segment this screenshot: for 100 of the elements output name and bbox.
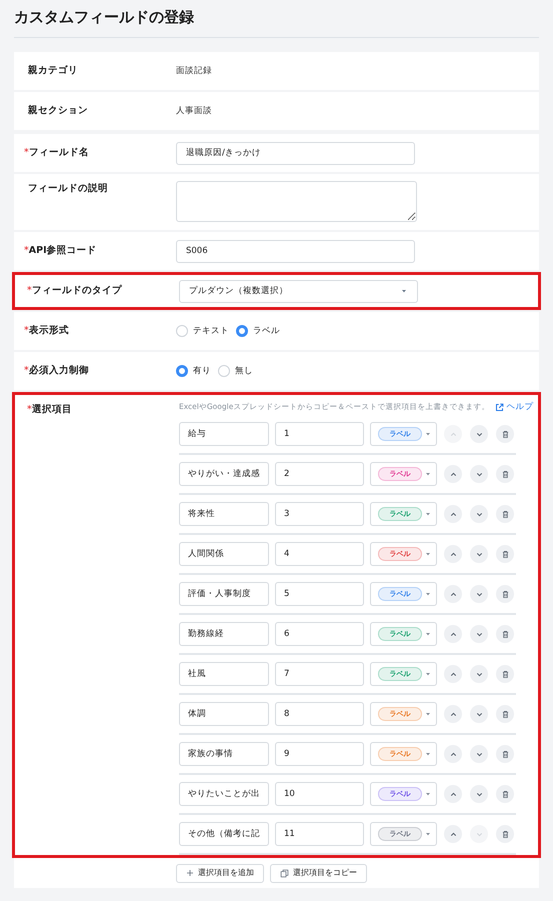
delete-button[interactable] (496, 665, 514, 683)
radio-button[interactable] (236, 325, 248, 337)
delete-button[interactable] (496, 745, 514, 763)
move-up-button[interactable] (444, 425, 462, 443)
move-up-button[interactable] (444, 585, 462, 603)
delete-button[interactable] (496, 465, 514, 483)
caret-icon (424, 510, 432, 518)
move-down-button[interactable] (470, 745, 488, 763)
caret-icon (424, 430, 432, 438)
input-field[interactable]: 人間関係 (179, 542, 269, 566)
input-field[interactable]: 5 (275, 582, 364, 606)
delete-button[interactable] (496, 825, 514, 843)
input-field[interactable]: S006 (176, 240, 415, 262)
move-down-button[interactable] (470, 625, 488, 643)
move-down-button[interactable] (470, 465, 488, 483)
move-down-button[interactable] (470, 785, 488, 803)
input-field[interactable]: 10 (275, 782, 364, 806)
copy-button[interactable]: 選択項目をコピー (270, 864, 367, 882)
delete-icon (500, 430, 510, 438)
delete-icon (500, 630, 510, 638)
radio-option[interactable]: 有り (176, 364, 211, 378)
field-label: 親セクション (28, 104, 88, 118)
move-down-button[interactable] (470, 505, 488, 523)
move-up-button[interactable] (444, 825, 462, 843)
text-area[interactable] (176, 181, 417, 222)
move-up-button[interactable] (444, 625, 462, 643)
add-button[interactable]: 選択項目を追加 (176, 864, 264, 882)
field-label: *必須入力制御 (24, 364, 89, 378)
input-field[interactable]: 3 (275, 502, 364, 526)
delete-icon (500, 550, 510, 558)
input-field[interactable]: 11 (275, 822, 364, 846)
caret-icon (424, 470, 432, 478)
input-field[interactable]: 9 (275, 742, 364, 766)
delete-button[interactable] (496, 425, 514, 443)
delete-icon (500, 750, 510, 758)
caret-icon (424, 550, 432, 558)
delete-icon (500, 670, 510, 678)
input-field[interactable]: 体調 (179, 702, 269, 726)
caret-icon (424, 590, 432, 598)
radio-option[interactable]: テキスト (176, 324, 229, 338)
input-field[interactable]: 7 (275, 662, 364, 686)
input-field[interactable]: 8 (275, 702, 364, 726)
delete-button[interactable] (496, 625, 514, 643)
move-up-button[interactable] (444, 505, 462, 523)
delete-icon (500, 510, 510, 518)
help-link[interactable]: ヘルプ (495, 400, 534, 414)
move-down-button[interactable] (470, 825, 488, 843)
input-field[interactable]: 将来性 (179, 502, 269, 526)
move-up-button[interactable] (444, 665, 462, 683)
delete-button[interactable] (496, 505, 514, 523)
delete-button[interactable] (496, 785, 514, 803)
delete-button[interactable] (496, 585, 514, 603)
page-title: カスタムフィールドの登録 (14, 7, 195, 28)
field-value: 人事面談 (176, 104, 212, 118)
move-down-button[interactable] (470, 425, 488, 443)
caret-icon (424, 630, 432, 638)
radio-option[interactable]: ラベル (236, 324, 280, 338)
caret-icon (400, 287, 408, 295)
radio-option[interactable]: 無し (218, 364, 253, 378)
dropdown[interactable]: プルダウン（複数選択） (179, 280, 418, 302)
move-up-button[interactable] (444, 745, 462, 763)
input-field[interactable]: 2 (275, 462, 364, 486)
field-label: *表示形式 (24, 324, 69, 338)
input-field[interactable]: やりたいことが出 (179, 782, 269, 806)
caret-icon (424, 670, 432, 678)
caret-icon (424, 750, 432, 758)
input-field[interactable]: 退職原因/きっかけ (176, 142, 415, 164)
input-field[interactable]: 4 (275, 542, 364, 566)
delete-icon (500, 470, 510, 478)
field-label: *API参照コード (24, 244, 97, 258)
field-value: 面談記録 (176, 64, 212, 78)
delete-icon (500, 710, 510, 718)
move-down-button[interactable] (470, 585, 488, 603)
delete-icon (500, 590, 510, 598)
field-label: フィールドの説明 (28, 182, 108, 196)
input-field[interactable]: その他（備考に記 (179, 822, 269, 846)
delete-button[interactable] (496, 705, 514, 723)
input-field[interactable]: 評価・人事制度 (179, 582, 269, 606)
move-down-button[interactable] (470, 545, 488, 563)
move-up-button[interactable] (444, 705, 462, 723)
move-down-button[interactable] (470, 665, 488, 683)
external-link-icon (495, 402, 504, 412)
caret-icon (424, 830, 432, 838)
radio-button[interactable] (176, 365, 188, 377)
move-down-button[interactable] (470, 705, 488, 723)
field-label: 親カテゴリ (28, 64, 78, 78)
input-field[interactable]: 6 (275, 622, 364, 646)
input-field[interactable]: 社風 (179, 662, 269, 686)
move-up-button[interactable] (444, 785, 462, 803)
input-field[interactable]: 給与 (179, 422, 269, 446)
move-up-button[interactable] (444, 545, 462, 563)
input-field[interactable]: 勤務線経 (179, 622, 269, 646)
delete-button[interactable] (496, 545, 514, 563)
delete-icon (500, 830, 510, 838)
copy-icon (280, 868, 289, 878)
field-label: *フィールドのタイプ (27, 284, 122, 298)
input-field[interactable]: 1 (275, 422, 364, 446)
input-field[interactable]: やりがい・達成感 (179, 462, 269, 486)
input-field[interactable]: 家族の事情 (179, 742, 269, 766)
move-up-button[interactable] (444, 465, 462, 483)
